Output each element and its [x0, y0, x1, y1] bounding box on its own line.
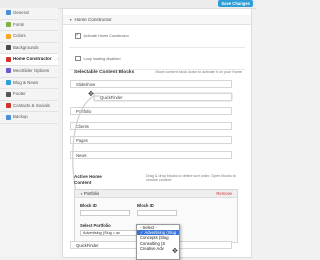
sidebar-item-contacts-socials[interactable]: Contacts & Socials — [0, 101, 58, 113]
sidebar-item-general[interactable]: General — [0, 8, 58, 20]
sidebar-item-colors[interactable]: Colors — [0, 31, 58, 43]
general-icon — [6, 10, 11, 16]
block-id-label: Block ID — [80, 203, 97, 208]
block-quickfinder[interactable]: QuickFinder — [94, 93, 232, 101]
active-content-hint: Drag & drop blocks to define sort order.… — [146, 174, 236, 182]
block-clients[interactable]: Clients — [70, 122, 232, 130]
block-id-input[interactable] — [80, 210, 130, 216]
move-cursor-icon: ✥ — [172, 248, 178, 255]
backgrounds-icon — [6, 45, 11, 51]
collapse-triangle-icon: ▼ — [69, 18, 73, 22]
active-content-title: Active Home Content — [74, 174, 102, 185]
portfolio-select[interactable]: Advertising (Slug = ac — [80, 230, 138, 236]
home-icon — [6, 56, 11, 62]
active-block-header[interactable]: ▼ Portfolio Remove — [75, 190, 237, 198]
block-id-label-2: Block ID — [137, 203, 154, 208]
sidebar-item-footer[interactable]: Footer — [0, 89, 58, 101]
sidebar-item-backup[interactable]: Backup — [0, 112, 58, 124]
blocks-title: Selectable Content Blocks — [74, 70, 135, 75]
block-pages[interactable]: Pages — [70, 136, 232, 144]
sidebar-item-fonts[interactable]: Fonts — [0, 20, 58, 32]
sidebar-item-backgrounds[interactable]: Backgrounds — [0, 43, 58, 55]
section-header[interactable]: ▼ Home Constructor — [63, 15, 251, 25]
fonts-icon — [6, 21, 11, 27]
sidebar-item-blog-news[interactable]: Blog & News — [0, 78, 58, 90]
remove-link[interactable]: Remove — [216, 190, 232, 197]
move-cursor-icon: ✥ — [88, 91, 94, 98]
loop-row: Loop loading disabled — [63, 55, 251, 62]
contacts-icon — [6, 103, 11, 109]
loop-checkbox[interactable] — [75, 55, 81, 62]
blocks-hint: Move content block down to activate it o… — [155, 70, 243, 74]
divider — [69, 46, 245, 48]
select-portfolio-label: Select Portfolio — [80, 223, 111, 228]
blog-icon — [6, 79, 11, 85]
block-id-input-2[interactable] — [137, 210, 177, 216]
activate-checkbox[interactable] — [75, 32, 81, 39]
colors-icon — [6, 33, 11, 39]
save-changes-button[interactable]: Save Changes — [218, 0, 253, 7]
backup-icon — [6, 114, 11, 120]
block-slideshow[interactable]: Slideshow — [70, 80, 232, 88]
block-portfolio[interactable]: Portfolio — [70, 107, 232, 115]
slider-icon — [6, 68, 11, 74]
activate-row: Activate Home Constructor — [63, 32, 251, 39]
sidebar-item-meoslider-options[interactable]: MeoSlider Options — [0, 66, 58, 78]
sidebar-item-home-constructor[interactable]: Home Constructor — [0, 54, 59, 66]
sidebar: General Fonts Colors Backgrounds Home Co… — [0, 8, 59, 256]
footer-icon — [6, 91, 11, 97]
block-news[interactable]: News — [70, 151, 232, 159]
